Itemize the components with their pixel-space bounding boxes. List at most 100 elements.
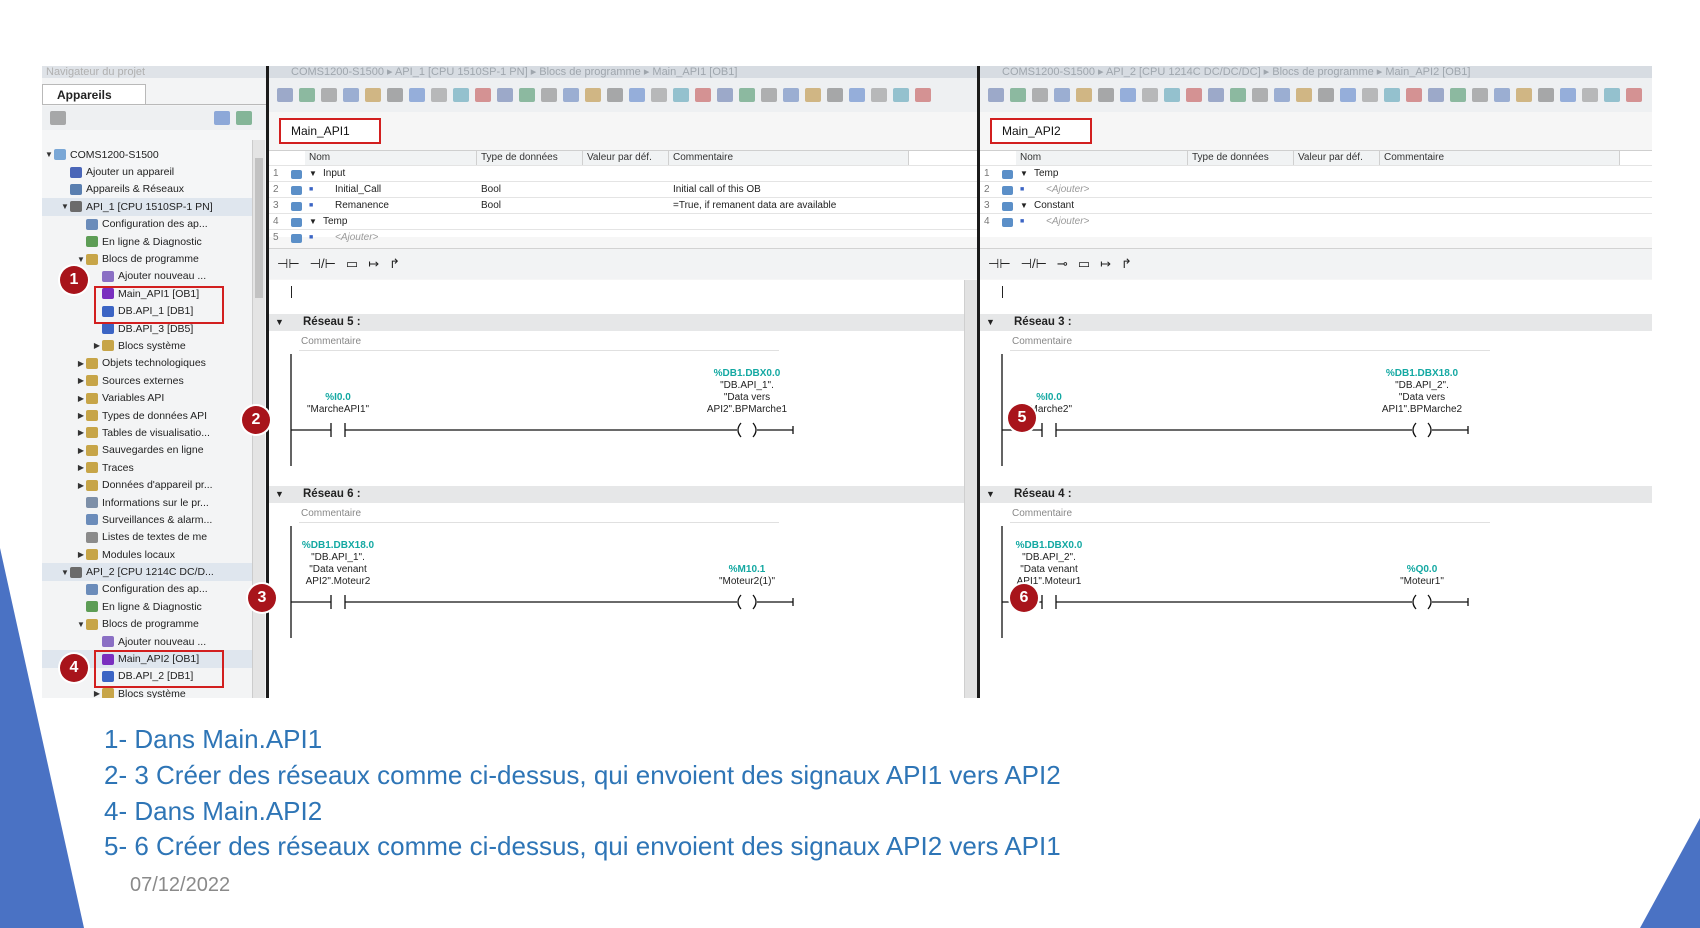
toolbar-button-icon[interactable]: [1428, 88, 1444, 102]
toolbar-button-icon[interactable]: [988, 88, 1004, 102]
collapse-arrow-icon[interactable]: ▶: [76, 376, 86, 385]
parameter-name[interactable]: Temp: [1034, 166, 1058, 182]
toolbar-button-icon[interactable]: [1230, 88, 1246, 102]
toolbar-button-icon[interactable]: [387, 88, 403, 102]
toolbar-button-icon[interactable]: [1340, 88, 1356, 102]
column-header[interactable]: Valeur par déf.: [1294, 151, 1380, 165]
toolbar-button-icon[interactable]: [1494, 88, 1510, 102]
toolbar-button-icon[interactable]: [343, 88, 359, 102]
collapse-arrow-icon[interactable]: ▶: [76, 463, 86, 472]
network-comment[interactable]: Commentaire: [301, 508, 361, 519]
toolbar-button-icon[interactable]: [673, 88, 689, 102]
toolbar-button-icon[interactable]: [1472, 88, 1488, 102]
contact-operand[interactable]: %DB1.DBX18.0 "DB.API_1". "Data venant API2"…: [283, 540, 393, 588]
parameter-name[interactable]: Constant: [1034, 198, 1074, 214]
collapse-arrow-icon[interactable]: ▶: [76, 394, 86, 403]
column-header[interactable]: Commentaire: [1380, 151, 1620, 165]
tree-item[interactable]: En ligne & Diagnostic: [42, 598, 252, 615]
ladder-tool-icon[interactable]: ⊣/⊢: [1021, 256, 1047, 272]
toolbar-button-icon[interactable]: [783, 88, 799, 102]
tree-item[interactable]: ▶ Modules locaux: [42, 546, 252, 563]
tree-item[interactable]: Ajouter nouveau ...: [42, 633, 252, 650]
toolbar-button-icon[interactable]: [1032, 88, 1048, 102]
parameter-name[interactable]: <Ajouter>: [1046, 182, 1089, 198]
network-comment[interactable]: Commentaire: [301, 336, 361, 347]
expand-arrow-icon[interactable]: ▼: [44, 150, 54, 159]
tree-item[interactable]: ▶ Sauvegardes en ligne: [42, 442, 252, 459]
tree-item[interactable]: ▼ API_2 [CPU 1214C DC/D...: [42, 563, 252, 581]
contact-operand[interactable]: %I0.0 "MarcheAPI1": [283, 392, 393, 416]
toolbar-button-icon[interactable]: [541, 88, 557, 102]
tree-item[interactable]: ▶ Variables API: [42, 389, 252, 406]
tree-item[interactable]: Appareils & Réseaux: [42, 181, 252, 198]
parameter-name[interactable]: Initial_Call: [335, 182, 381, 198]
toolbar-button-icon[interactable]: [1604, 88, 1620, 102]
toolbar-button-icon[interactable]: [695, 88, 711, 102]
block-name-main-api2[interactable]: Main_API2: [990, 118, 1092, 144]
navigator-tool-icon[interactable]: [236, 111, 252, 125]
parameter-comment[interactable]: Initial call of this OB: [673, 182, 761, 198]
ladder-tool-icon[interactable]: ▭: [1078, 256, 1090, 272]
toolbar-button-icon[interactable]: [365, 88, 381, 102]
tree-item[interactable]: Informations sur le pr...: [42, 494, 252, 511]
toolbar-button-icon[interactable]: [431, 88, 447, 102]
toolbar-button-icon[interactable]: [1186, 88, 1202, 102]
coil-operand[interactable]: %M10.1 "Moteur2(1)": [697, 564, 797, 588]
section-expand-icon[interactable]: ▼: [309, 166, 317, 182]
network-collapse-icon[interactable]: ▼: [986, 314, 995, 331]
parameter-name[interactable]: Temp: [323, 214, 347, 230]
section-expand-icon[interactable]: ▼: [1020, 198, 1028, 214]
section-expand-icon[interactable]: ▼: [1020, 166, 1028, 182]
toolbar-button-icon[interactable]: [1142, 88, 1158, 102]
interface-row[interactable]: ■ 2 Initial_Call Bool Initial call of this O…: [269, 181, 977, 198]
toolbar-button-icon[interactable]: [1076, 88, 1092, 102]
ladder-tool-icon[interactable]: ⊸: [1057, 256, 1068, 272]
toolbar-button-icon[interactable]: [805, 88, 821, 102]
toolbar-button-icon[interactable]: [1626, 88, 1642, 102]
ladder-tool-icon[interactable]: ▭: [346, 256, 358, 272]
toolbar-button-icon[interactable]: [761, 88, 777, 102]
tree-item[interactable]: ▶ Objets technologiques: [42, 355, 252, 372]
network-header[interactable]: ▼ Réseau 5 :: [269, 314, 977, 331]
toolbar-button-icon[interactable]: [1560, 88, 1576, 102]
tree-item[interactable]: ▼ API_1 [CPU 1510SP-1 PN]: [42, 198, 252, 216]
collapse-arrow-icon[interactable]: ▶: [92, 341, 102, 350]
collapse-arrow-icon[interactable]: ▶: [76, 550, 86, 559]
collapse-arrow-icon[interactable]: ▶: [76, 428, 86, 437]
toolbar-button-icon[interactable]: [739, 88, 755, 102]
coil-operand[interactable]: %DB1.DBX0.0 "DB.API_1". "Data vers API2".BP…: [697, 368, 797, 416]
toolbar-button-icon[interactable]: [453, 88, 469, 102]
network-collapse-icon[interactable]: ▼: [986, 486, 995, 503]
tree-item[interactable]: ▼ Blocs de programme: [42, 616, 252, 633]
parameter-comment[interactable]: =True, if remanent data are available: [673, 198, 836, 214]
toolbar-button-icon[interactable]: [915, 88, 931, 102]
interface-row[interactable]: ■ 2 <Ajouter>: [980, 181, 1652, 198]
block-name-main-api1[interactable]: Main_API1: [279, 118, 381, 144]
ladder-tool-icon[interactable]: ⊣⊢: [277, 256, 300, 272]
toolbar-button-icon[interactable]: [563, 88, 579, 102]
parameter-name[interactable]: Input: [323, 166, 345, 182]
interface-row[interactable]: ■ 3 Remanence Bool =True, if remanent data a…: [269, 197, 977, 214]
network-header[interactable]: ▼ Réseau 3 :: [980, 314, 1652, 331]
toolbar-button-icon[interactable]: [277, 88, 293, 102]
column-header[interactable]: Type de données: [477, 151, 583, 165]
toolbar-button-icon[interactable]: [651, 88, 667, 102]
toolbar-button-icon[interactable]: [1406, 88, 1422, 102]
network-header[interactable]: ▼ Réseau 6 :: [269, 486, 977, 503]
toolbar-button-icon[interactable]: [1582, 88, 1598, 102]
section-expand-icon[interactable]: ▼: [309, 214, 317, 230]
expand-arrow-icon[interactable]: ▼: [76, 255, 86, 264]
toolbar-button-icon[interactable]: [827, 88, 843, 102]
parameter-type[interactable]: Bool: [481, 198, 501, 214]
parameter-name[interactable]: <Ajouter>: [1046, 214, 1089, 230]
toolbar-button-icon[interactable]: [1384, 88, 1400, 102]
interface-row[interactable]: ▼ 4 Temp: [269, 213, 977, 230]
ladder-tool-icon[interactable]: ↦: [1100, 256, 1111, 272]
toolbar-button-icon[interactable]: [871, 88, 887, 102]
column-header[interactable]: Nom: [1016, 151, 1188, 165]
network-collapse-icon[interactable]: ▼: [275, 486, 284, 503]
parameter-name[interactable]: <Ajouter>: [335, 230, 378, 246]
ladder-tool-icon[interactable]: ↱: [389, 256, 400, 272]
interface-row[interactable]: ■ 4 <Ajouter>: [980, 213, 1652, 230]
column-header[interactable]: Valeur par déf.: [583, 151, 669, 165]
